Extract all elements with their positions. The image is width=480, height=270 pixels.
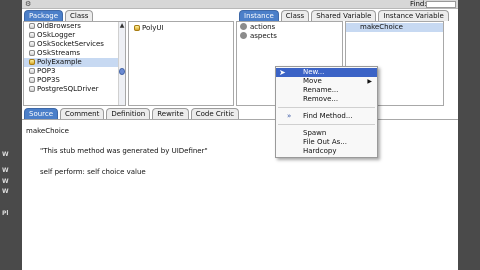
class-item[interactable]: PolyUI <box>129 24 233 33</box>
package-icon <box>29 77 35 83</box>
method-item[interactable]: makeChoice <box>346 23 443 32</box>
edge-mark: Pl <box>2 210 9 217</box>
menu-item-label: Rename... <box>303 86 339 94</box>
edge-mark: W <box>2 188 9 195</box>
menu-item-label: Hardcopy <box>303 147 337 155</box>
menu-item-label: New... <box>303 68 325 76</box>
package-label: PolyExample <box>37 58 82 66</box>
package-label: OSkSocketServices <box>37 40 104 48</box>
menu-item-label: Remove... <box>303 95 339 103</box>
package-scrollbar[interactable]: ▲ <box>118 22 125 105</box>
protocol-icon <box>240 23 247 30</box>
package-label: POP3S <box>37 76 60 84</box>
submenu-arrow-icon: ▶ <box>367 78 372 85</box>
method-body-text: self perform: self choice value <box>40 168 146 176</box>
package-item[interactable]: POP3S <box>24 76 125 85</box>
menu-item-file-out-as[interactable]: File Out As... <box>276 138 377 147</box>
protocol-icon <box>240 32 247 39</box>
package-item[interactable]: OldBrowsers <box>24 22 125 31</box>
protocol-item[interactable]: aspects <box>237 32 342 41</box>
edge-mark: W <box>2 167 9 174</box>
class-label: PolyUI <box>142 24 164 32</box>
package-label: OSkLogger <box>37 31 76 39</box>
left-window-edge: W W W W Pl <box>0 0 22 270</box>
tab-definition[interactable]: Definition <box>106 108 151 119</box>
tab-shared-variable[interactable]: Shared Variable <box>311 10 377 21</box>
package-item[interactable]: POP3 <box>24 67 125 76</box>
menu-item-remove[interactable]: Remove... <box>276 95 377 104</box>
edge-mark: W <box>2 178 9 185</box>
find-input[interactable] <box>426 1 456 8</box>
method-comment-text: "This stub method was generated by UIDef… <box>40 147 208 155</box>
menu-item-move[interactable]: Move ▶ <box>276 77 377 86</box>
package-icon <box>29 41 35 47</box>
tab-instance-variable[interactable]: Instance Variable <box>378 10 449 21</box>
package-item[interactable]: OSkStreams <box>24 49 125 58</box>
package-item-selected[interactable]: PolyExample <box>24 58 125 67</box>
tab-instance[interactable]: Instance <box>239 10 279 21</box>
scroll-up-arrow-icon[interactable]: ▲ <box>119 22 125 30</box>
find-label: Find: <box>410 0 427 8</box>
tab-package[interactable]: Package <box>24 10 64 21</box>
package-item[interactable]: OSkLogger <box>24 31 125 40</box>
package-icon <box>29 50 35 56</box>
gear-icon[interactable]: ⚙ <box>25 0 31 8</box>
menu-item-label: Move <box>303 77 322 85</box>
menu-item-hardcopy[interactable]: Hardcopy <box>276 147 377 156</box>
package-icon <box>29 23 35 29</box>
tab-comment[interactable]: Comment <box>60 108 105 119</box>
menu-separator <box>278 107 375 108</box>
menu-item-find-method[interactable]: » Find Method... <box>276 112 377 121</box>
tab-class-side[interactable]: Class <box>280 10 310 21</box>
package-label: OSkStreams <box>37 49 80 57</box>
protocol-item[interactable]: actions <box>237 23 342 32</box>
method-label: makeChoice <box>360 23 403 31</box>
mouse-cursor-icon: ➤ <box>279 68 286 77</box>
menu-item-new[interactable]: ➤ New... <box>276 68 377 77</box>
protocol-label: aspects <box>250 32 277 40</box>
package-item[interactable]: PostgreSQLDriver <box>24 85 125 94</box>
edge-mark: W <box>2 151 9 158</box>
menu-separator <box>278 124 375 125</box>
tab-source[interactable]: Source <box>24 108 59 119</box>
package-label: OldBrowsers <box>37 22 81 30</box>
menu-item-label: Find Method... <box>303 112 353 120</box>
find-method-icon: » <box>287 112 292 120</box>
tab-code-critic[interactable]: Code Critic <box>190 108 240 119</box>
scroll-thumb[interactable] <box>119 68 125 75</box>
package-icon <box>29 59 35 65</box>
package-item[interactable]: OSkSocketServices <box>24 40 125 49</box>
package-label: PostgreSQLDriver <box>37 85 99 93</box>
right-window-edge <box>458 0 480 270</box>
class-icon <box>134 25 140 31</box>
context-menu: ➤ New... Move ▶ Rename... Remove... » Fi… <box>275 66 378 158</box>
source-code-editor[interactable]: makeChoice "This stub method was generat… <box>22 119 458 270</box>
protocol-label: actions <box>250 23 276 31</box>
package-icon <box>29 68 35 74</box>
tab-class[interactable]: Class <box>65 10 94 21</box>
package-icon <box>29 86 35 92</box>
browser-toolbar: ⚙ Find: <box>22 0 458 9</box>
class-list[interactable]: PolyUI <box>128 21 234 106</box>
method-selector-text: makeChoice <box>26 127 69 135</box>
menu-item-label: Spawn <box>303 129 327 137</box>
tab-rewrite[interactable]: Rewrite <box>152 108 189 119</box>
package-label: POP3 <box>37 67 56 75</box>
menu-item-spawn[interactable]: Spawn <box>276 129 377 138</box>
package-icon <box>29 32 35 38</box>
menu-item-rename[interactable]: Rename... <box>276 86 377 95</box>
menu-item-label: File Out As... <box>303 138 347 146</box>
package-list[interactable]: OldBrowsers OSkLogger OSkSocketServices … <box>23 21 126 106</box>
